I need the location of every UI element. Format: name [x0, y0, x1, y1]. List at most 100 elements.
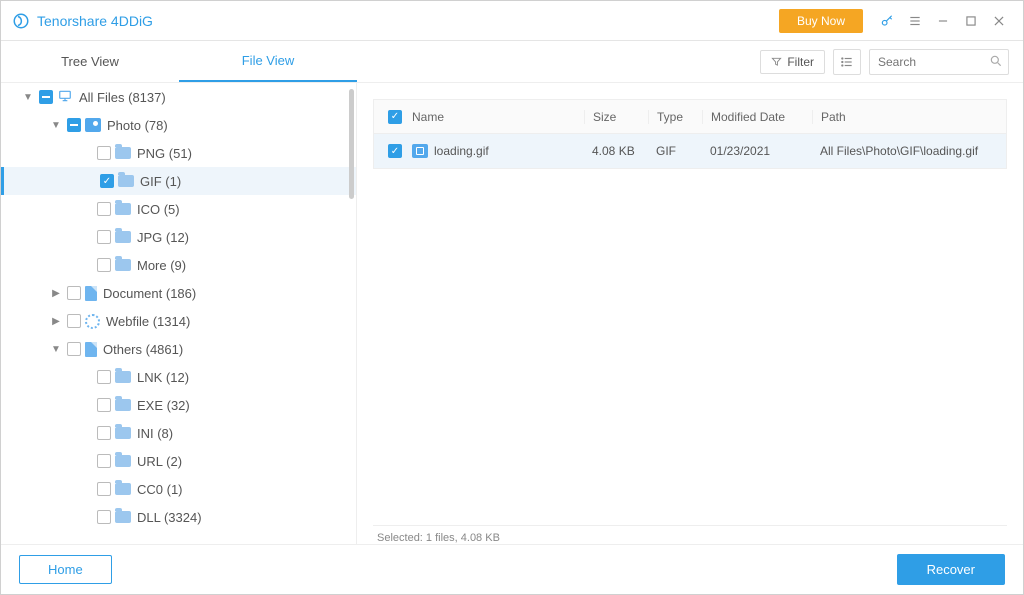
- tab-area: Tree View File View: [1, 41, 357, 82]
- file-size: 4.08 KB: [584, 144, 648, 158]
- tree-label: Webfile (1314): [106, 314, 190, 329]
- tree-label: LNK (12): [137, 370, 189, 385]
- tree-label: JPG (12): [137, 230, 189, 245]
- checkbox[interactable]: [97, 230, 111, 244]
- col-path[interactable]: Path: [812, 110, 1006, 124]
- tree-ini[interactable]: INI (8): [1, 419, 356, 447]
- checkbox[interactable]: [39, 90, 53, 104]
- key-icon[interactable]: [873, 7, 901, 35]
- checkbox[interactable]: [97, 454, 111, 468]
- filter-button[interactable]: Filter: [760, 50, 825, 74]
- tree-gif[interactable]: GIF (1): [1, 167, 356, 195]
- tree-url[interactable]: URL (2): [1, 447, 356, 475]
- chevron-down-icon: ▼: [49, 344, 63, 355]
- file-type: GIF: [648, 144, 702, 158]
- col-name: Name: [412, 110, 444, 124]
- file-date: 01/23/2021: [702, 144, 812, 158]
- checkbox[interactable]: [67, 286, 81, 300]
- folder-icon: [115, 231, 131, 243]
- home-button[interactable]: Home: [19, 555, 112, 584]
- file-path: All Files\Photo\GIF\loading.gif: [812, 144, 1006, 158]
- toolbar-row: Tree View File View Filter: [1, 41, 1023, 83]
- tree-lnk[interactable]: LNK (12): [1, 363, 356, 391]
- right-toolbar: Filter: [357, 41, 1023, 82]
- checkbox[interactable]: [97, 202, 111, 216]
- tree-png[interactable]: PNG (51): [1, 139, 356, 167]
- tree-label: Others (4861): [103, 342, 183, 357]
- search-wrap: [869, 49, 1009, 75]
- chevron-right-icon: ▶: [49, 316, 63, 327]
- tree-document[interactable]: ▶ Document (186): [1, 279, 356, 307]
- search-input[interactable]: [869, 49, 1009, 75]
- folder-icon: [115, 259, 131, 271]
- file-table: Name Size Type Modified Date Path loadin…: [373, 99, 1007, 169]
- row-checkbox[interactable]: [388, 144, 402, 158]
- tab-file-view[interactable]: File View: [179, 41, 357, 82]
- checkbox[interactable]: [67, 118, 81, 132]
- checkbox[interactable]: [97, 426, 111, 440]
- minimize-icon[interactable]: [929, 7, 957, 35]
- tree-label: CC0 (1): [137, 482, 183, 497]
- chevron-right-icon: ▶: [49, 288, 63, 299]
- checkbox[interactable]: [100, 174, 114, 188]
- tree-label: DLL (3324): [137, 510, 202, 525]
- close-icon[interactable]: [985, 7, 1013, 35]
- filter-label: Filter: [787, 55, 814, 69]
- tree-jpg[interactable]: JPG (12): [1, 223, 356, 251]
- tree-label: URL (2): [137, 454, 182, 469]
- tree-label: Document (186): [103, 286, 196, 301]
- tree-ico[interactable]: ICO (5): [1, 195, 356, 223]
- tree-label: ICO (5): [137, 202, 180, 217]
- status-bar: Selected: 1 files, 4.08 KB: [373, 525, 1007, 544]
- tree-label: EXE (32): [137, 398, 190, 413]
- checkbox[interactable]: [97, 398, 111, 412]
- tree-label: All Files (8137): [79, 90, 166, 105]
- tree-label: Photo (78): [107, 118, 168, 133]
- footer: Home Recover: [1, 544, 1023, 594]
- tree-all-files[interactable]: ▼ All Files (8137): [1, 83, 356, 111]
- buy-now-button[interactable]: Buy Now: [779, 9, 863, 33]
- select-all-checkbox[interactable]: [388, 110, 402, 124]
- tree-label: INI (8): [137, 426, 173, 441]
- scrollbar-track: [350, 83, 356, 544]
- scrollbar-thumb[interactable]: [349, 89, 354, 199]
- search-icon: [989, 54, 1003, 73]
- folder-icon: [115, 147, 131, 159]
- checkbox[interactable]: [97, 146, 111, 160]
- list-view-button[interactable]: [833, 49, 861, 75]
- checkbox[interactable]: [67, 342, 81, 356]
- folder-icon: [115, 203, 131, 215]
- main-area: ▼ All Files (8137) ▼ Photo (78) PNG (51)…: [1, 83, 1023, 544]
- chevron-down-icon: ▼: [21, 92, 35, 103]
- checkbox[interactable]: [97, 370, 111, 384]
- monitor-icon: [57, 89, 73, 106]
- recover-button[interactable]: Recover: [897, 554, 1005, 585]
- tree-others[interactable]: ▼ Others (4861): [1, 335, 356, 363]
- content-area: Name Size Type Modified Date Path loadin…: [357, 83, 1023, 544]
- tree-more[interactable]: More (9): [1, 251, 356, 279]
- checkbox[interactable]: [97, 258, 111, 272]
- file-tree-sidebar: ▼ All Files (8137) ▼ Photo (78) PNG (51)…: [1, 83, 357, 544]
- tree-webfile[interactable]: ▶ Webfile (1314): [1, 307, 356, 335]
- maximize-icon[interactable]: [957, 7, 985, 35]
- document-icon: [85, 286, 97, 301]
- image-file-icon: [412, 144, 428, 158]
- checkbox[interactable]: [97, 482, 111, 496]
- tree-exe[interactable]: EXE (32): [1, 391, 356, 419]
- tree-photo[interactable]: ▼ Photo (78): [1, 111, 356, 139]
- tree-cc0[interactable]: CC0 (1): [1, 475, 356, 503]
- col-type[interactable]: Type: [648, 110, 702, 124]
- tree-dll[interactable]: DLL (3324): [1, 503, 356, 531]
- folder-icon: [118, 175, 134, 187]
- titlebar: Tenorshare 4DDiG Buy Now: [1, 1, 1023, 41]
- checkbox[interactable]: [67, 314, 81, 328]
- menu-icon[interactable]: [901, 7, 929, 35]
- checkbox[interactable]: [97, 510, 111, 524]
- tree-label: More (9): [137, 258, 186, 273]
- table-row[interactable]: loading.gif 4.08 KB GIF 01/23/2021 All F…: [374, 134, 1006, 168]
- globe-icon: [85, 314, 100, 329]
- folder-icon: [115, 427, 131, 439]
- tab-tree-view[interactable]: Tree View: [1, 41, 179, 82]
- col-date[interactable]: Modified Date: [702, 110, 812, 124]
- col-size[interactable]: Size: [584, 110, 648, 124]
